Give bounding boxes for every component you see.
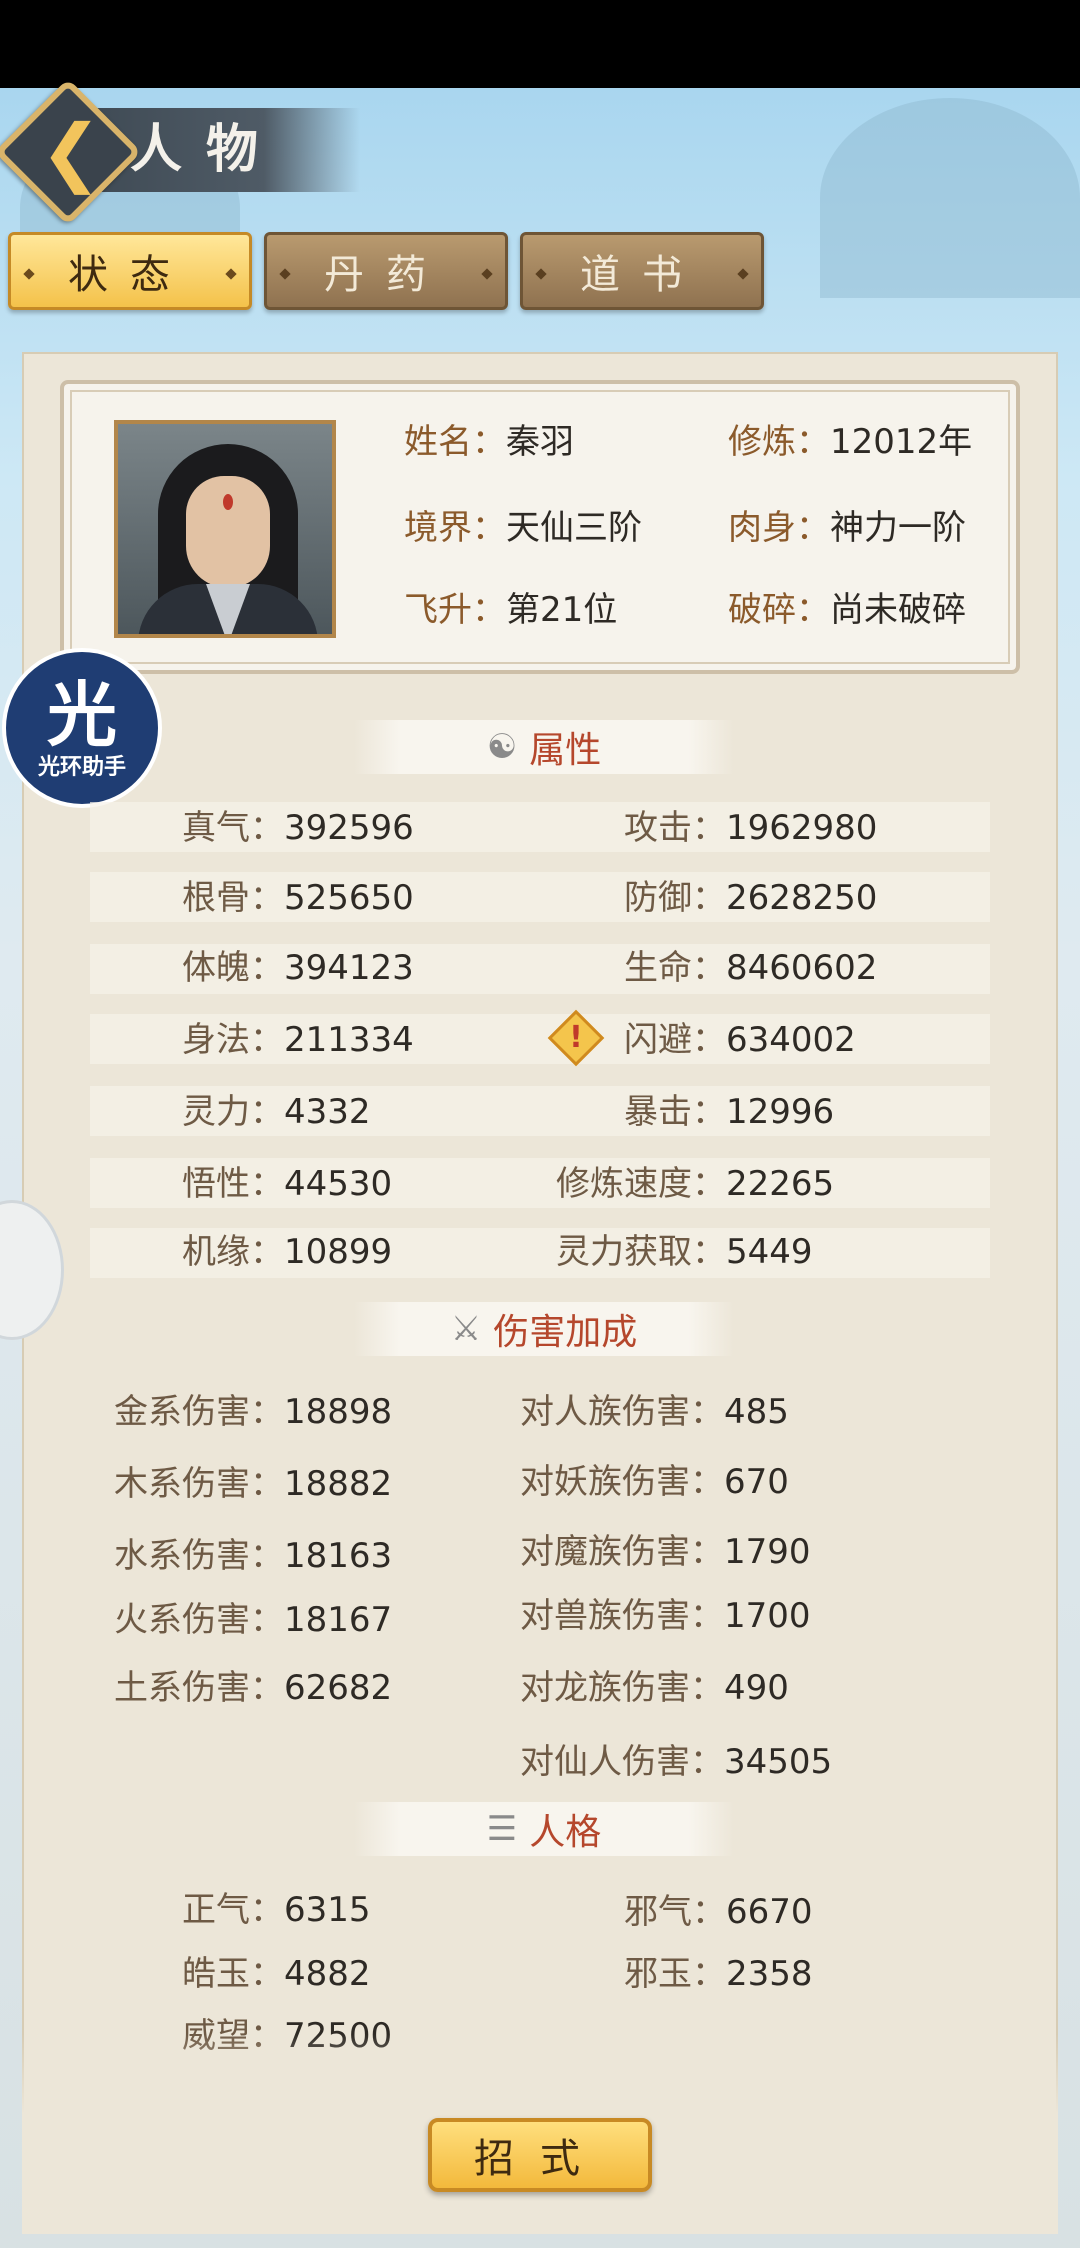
tab-elixir[interactable]: 丹药 bbox=[264, 232, 508, 310]
stat-shanbi: 闪避：634002 bbox=[624, 1020, 856, 1060]
dmg-shouzu: 对兽族伤害：1700 bbox=[520, 1596, 811, 1636]
profile-ascension: 飞升：第21位 bbox=[404, 590, 618, 630]
pers-haoyu: 皓玉：4882 bbox=[182, 1954, 371, 1994]
profile-shatter: 破碎：尚未破碎 bbox=[728, 590, 966, 630]
pers-zhengqi: 正气：6315 bbox=[182, 1890, 371, 1930]
section-damage-header: ⚔ 伤害加成 bbox=[354, 1302, 734, 1356]
dmg-shui: 水系伤害：18163 bbox=[114, 1536, 393, 1576]
pers-xieqi: 邪气：6670 bbox=[624, 1892, 813, 1932]
stat-gongji: 攻击：1962980 bbox=[624, 808, 878, 848]
warning-icon[interactable]: ! bbox=[556, 1016, 596, 1060]
tab-status[interactable]: 状态 bbox=[8, 232, 252, 310]
stat-wuxing: 悟性：44530 bbox=[182, 1164, 393, 1204]
dmg-mu: 木系伤害：18882 bbox=[114, 1464, 393, 1504]
profile-body: 肉身：神力一阶 bbox=[728, 508, 966, 548]
back-chevron-icon[interactable]: ❮ bbox=[36, 109, 106, 195]
dmg-jin: 金系伤害：18898 bbox=[114, 1392, 393, 1432]
stat-tipo: 体魄：394123 bbox=[182, 948, 414, 988]
stat-jiyuan: 机缘：10899 bbox=[182, 1232, 393, 1272]
section-personality-title: 人格 bbox=[529, 1812, 602, 1853]
dmg-renzu: 对人族伤害：485 bbox=[520, 1392, 789, 1432]
skills-button[interactable]: 招式 bbox=[428, 2118, 652, 2192]
stat-baoji: 暴击：12996 bbox=[624, 1092, 835, 1132]
tab-daobook-label: 道书 bbox=[580, 252, 704, 298]
yin-yang-icon: ☯ bbox=[486, 727, 518, 767]
section-attributes-header: ☯ 属性 bbox=[354, 720, 734, 774]
section-damage-title: 伤害加成 bbox=[493, 1312, 638, 1353]
tab-daobook[interactable]: 道书 bbox=[520, 232, 764, 310]
dmg-yaozu: 对妖族伤害：670 bbox=[520, 1462, 789, 1502]
book-icon: ☰ bbox=[486, 1809, 518, 1849]
pers-xieyu: 邪玉：2358 bbox=[624, 1954, 813, 1994]
dmg-mozu: 对魔族伤害：1790 bbox=[520, 1532, 811, 1572]
profile-cultivation: 修炼：12012年 bbox=[728, 422, 973, 462]
crossed-swords-icon: ⚔ bbox=[450, 1309, 482, 1349]
tab-elixir-label: 丹药 bbox=[324, 252, 448, 298]
tab-status-label: 状态 bbox=[68, 252, 192, 298]
character-avatar bbox=[114, 420, 336, 638]
stat-shenfa: 身法：211334 bbox=[182, 1020, 414, 1060]
dmg-huo: 火系伤害：18167 bbox=[114, 1600, 393, 1640]
dmg-tu: 土系伤害：62682 bbox=[114, 1668, 393, 1708]
dmg-longzu: 对龙族伤害：490 bbox=[520, 1668, 789, 1708]
stat-lingli: 灵力：4332 bbox=[182, 1092, 371, 1132]
section-attributes-title: 属性 bbox=[529, 730, 602, 771]
stat-lingli-huoqu: 灵力获取：5449 bbox=[556, 1232, 813, 1272]
page-title: 人物 bbox=[130, 119, 283, 180]
stat-zhenqi: 真气：392596 bbox=[182, 808, 414, 848]
stat-fangyu: 防御：2628250 bbox=[624, 878, 878, 918]
section-personality-header: ☰ 人格 bbox=[354, 1802, 734, 1856]
profile-realm: 境界：天仙三阶 bbox=[404, 508, 642, 548]
dmg-xianren: 对仙人伤害：34505 bbox=[520, 1742, 833, 1782]
profile-name: 姓名：秦羽 bbox=[404, 422, 574, 462]
stat-shengming: 生命：8460602 bbox=[624, 948, 878, 988]
stat-xiulian-sudu: 修炼速度：22265 bbox=[556, 1164, 835, 1204]
stat-gengu: 根骨：525650 bbox=[182, 878, 414, 918]
status-bar bbox=[0, 0, 1080, 88]
